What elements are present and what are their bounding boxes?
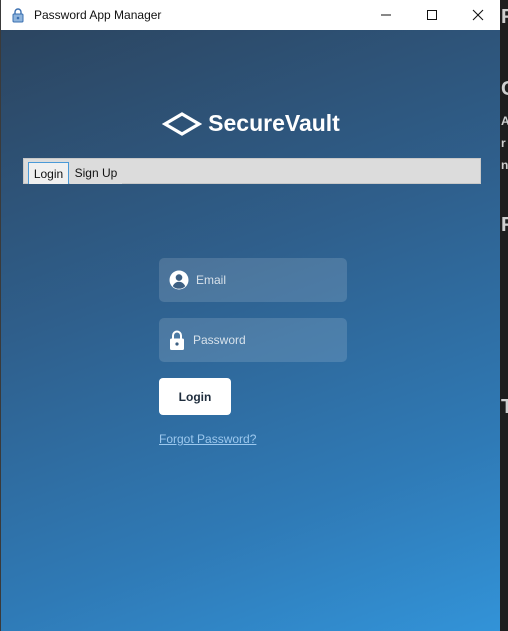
background-glyph: A (501, 114, 508, 128)
background-glyph: T (501, 396, 508, 418)
tab-login-label: Login (33, 166, 64, 181)
password-placeholder: Password (193, 333, 246, 347)
password-field[interactable]: Password (159, 318, 347, 362)
login-button-label: Login (178, 389, 212, 404)
title-bar[interactable]: Password App Manager (1, 0, 501, 30)
minimize-button[interactable] (363, 0, 409, 30)
window-title: Password App Manager (34, 8, 162, 22)
brand-header: SecureVault (1, 110, 501, 137)
background-glyph: F (501, 214, 508, 236)
email-placeholder: Email (196, 273, 227, 287)
close-button[interactable] (455, 0, 501, 30)
lock-app-icon (12, 8, 24, 23)
background-window-edge: F C A r n F T (500, 0, 508, 631)
minimize-icon (381, 14, 391, 16)
forgot-password-link[interactable]: Forgot Password? (159, 432, 256, 446)
tab-login[interactable]: Login (28, 162, 69, 184)
email-field[interactable]: Email (159, 258, 347, 302)
tab-bar: Login Sign Up (23, 158, 481, 184)
maximize-button[interactable] (409, 0, 455, 30)
tab-sign-up-label: Sign Up (74, 166, 118, 180)
background-glyph: n (501, 158, 508, 172)
app-window: Password App Manager SecureVault Login S… (0, 0, 501, 631)
close-icon (472, 9, 484, 21)
user-icon (169, 270, 189, 290)
background-glyph: r (501, 136, 506, 150)
background-glyph: C (501, 78, 508, 101)
login-panel: SecureVault Login Sign Up Email Password… (1, 30, 501, 631)
maximize-icon (427, 10, 437, 20)
login-button[interactable]: Login (159, 378, 231, 415)
lock-icon (170, 330, 184, 350)
brand-name: SecureVault (208, 110, 340, 136)
background-glyph: F (501, 6, 508, 28)
tab-sign-up[interactable]: Sign Up (70, 162, 122, 184)
diamond-logo-icon (162, 111, 203, 136)
